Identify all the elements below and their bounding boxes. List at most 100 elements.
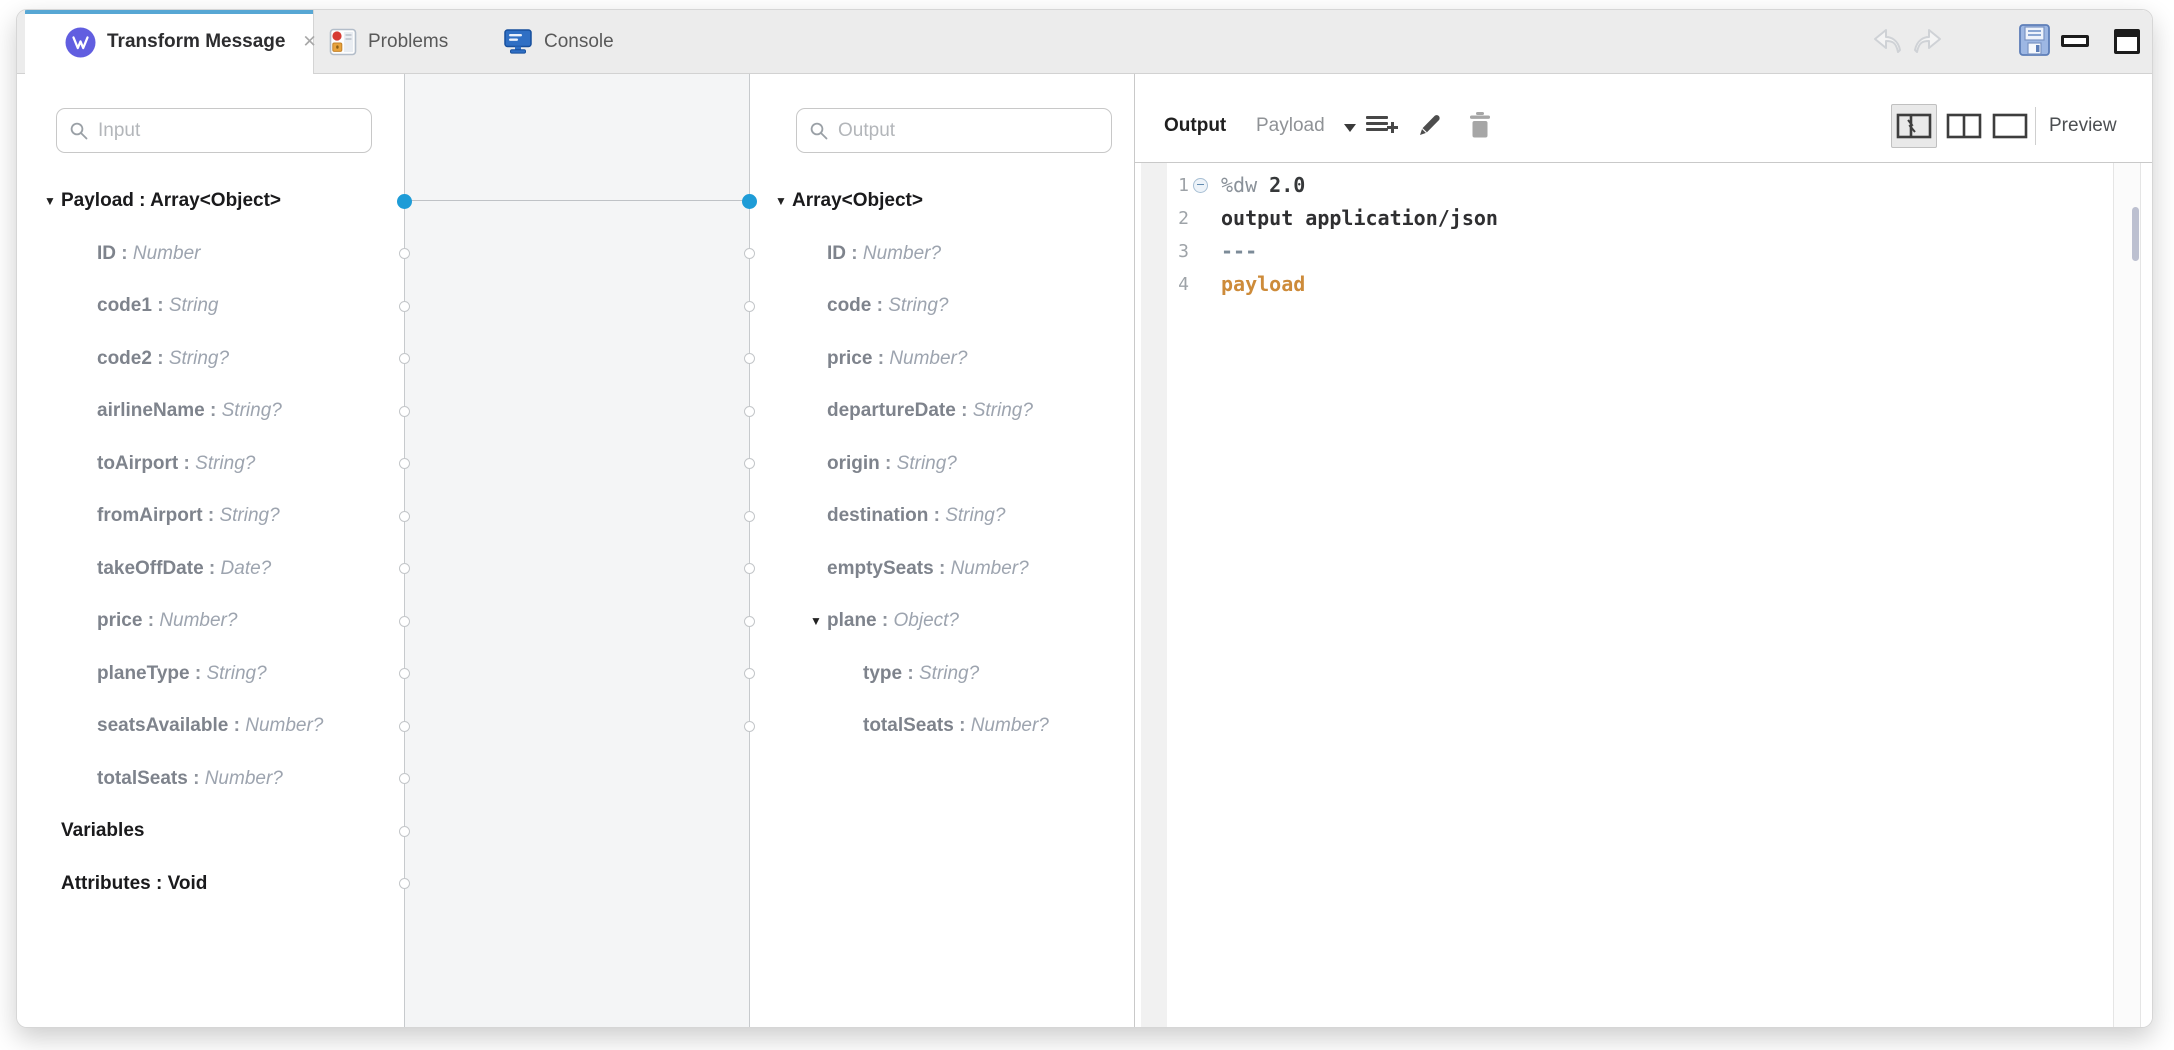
mapping-port[interactable] <box>399 616 410 627</box>
mapping-port[interactable] <box>744 616 755 627</box>
editor-target-selector[interactable]: Payload <box>1256 115 1325 137</box>
mapping-port[interactable] <box>399 878 410 889</box>
code-line-3[interactable]: 3--- <box>17 235 2152 268</box>
mapping-port[interactable] <box>399 721 410 732</box>
minimize-icon[interactable] <box>2061 35 2089 47</box>
mapping-port[interactable] <box>399 248 410 259</box>
problems-icon <box>329 28 357 56</box>
tab-label: Console <box>544 31 614 53</box>
save-icon[interactable] <box>2016 22 2053 64</box>
field-type: Object? <box>894 610 959 631</box>
field-name: seatsAvailable <box>97 715 228 736</box>
mapping-port[interactable] <box>744 668 755 679</box>
tree-row-attributes[interactable]: Attributes : Void <box>61 871 207 897</box>
field-separator: : <box>877 610 894 631</box>
mapping-port[interactable] <box>744 511 755 522</box>
field-separator: : <box>190 663 207 684</box>
mapping-port-connected[interactable] <box>742 194 757 209</box>
tree-row-origin[interactable]: origin : String? <box>827 451 957 477</box>
field-name: price <box>97 610 142 631</box>
redo-icon[interactable] <box>1909 24 1945 61</box>
mapping-port[interactable] <box>744 301 755 312</box>
tree-row-fromairport[interactable]: fromAirport : String? <box>97 503 280 529</box>
mapping-port[interactable] <box>399 668 410 679</box>
tree-row-airlinename[interactable]: airlineName : String? <box>97 398 282 424</box>
tree-row-totalseats[interactable]: totalSeats : Number? <box>97 766 283 792</box>
tree-row-destination[interactable]: destination : String? <box>827 503 1005 529</box>
tree-row-takeoffdate[interactable]: takeOffDate : Date? <box>97 556 271 582</box>
tree-row-totalseats[interactable]: totalSeats : Number? <box>863 713 1049 739</box>
fold-collapse-icon[interactable] <box>1193 178 1208 193</box>
tree-row-price[interactable]: price : Number? <box>827 346 967 372</box>
field-separator: : <box>934 558 951 579</box>
field-name: origin <box>827 453 880 474</box>
output-search[interactable]: Output <box>796 108 1112 153</box>
mapping-port[interactable] <box>744 563 755 574</box>
tree-row-code2[interactable]: code2 : String? <box>97 346 229 372</box>
view-button-split[interactable] <box>1941 104 1987 148</box>
close-icon[interactable]: ✕ <box>302 32 316 52</box>
mapping-port[interactable] <box>399 458 410 469</box>
tree-row-departuredate[interactable]: departureDate : String? <box>827 398 1033 424</box>
tree-row-variables[interactable]: Variables <box>61 818 144 844</box>
input-search[interactable]: Input <box>56 108 372 153</box>
line-number: 3 <box>1157 235 1189 268</box>
code-line-4[interactable]: 4payload <box>17 268 2152 301</box>
mapping-port[interactable] <box>399 563 410 574</box>
code-text: %dw 2.0 <box>1221 169 1305 202</box>
view-button-mapping[interactable] <box>1891 104 1937 148</box>
code-line-1[interactable]: 1%dw 2.0 <box>17 169 2152 202</box>
field-type: Number? <box>951 558 1029 579</box>
mapping-port[interactable] <box>744 406 755 417</box>
field-separator: : <box>956 400 973 421</box>
code-line-2[interactable]: 2output application/json <box>17 202 2152 235</box>
transform-message-window: Transform Message ✕ Problems <box>16 9 2153 1028</box>
mapping-port[interactable] <box>744 353 755 364</box>
preview-toggle[interactable]: Preview <box>2049 115 2117 137</box>
mapping-port[interactable] <box>399 773 410 784</box>
editor-output-title: Output <box>1164 115 1226 137</box>
mapping-port[interactable] <box>399 826 410 837</box>
tab-transform-message[interactable]: Transform Message ✕ <box>25 10 314 74</box>
delete-icon[interactable] <box>1467 111 1493 144</box>
editor-top-border <box>1135 162 2152 163</box>
mapping-port-connected[interactable] <box>397 194 412 209</box>
field-type: String? <box>222 400 282 421</box>
add-target-icon[interactable] <box>1366 113 1398 141</box>
code-text: output application/json <box>1221 202 1498 235</box>
tab-problems[interactable]: Problems <box>329 10 448 73</box>
field-separator: : <box>203 505 220 526</box>
dropdown-caret-icon[interactable] <box>1344 124 1356 132</box>
field-separator: : <box>228 715 245 736</box>
field-type: String? <box>919 663 979 684</box>
view-button-source[interactable] <box>1987 104 2033 148</box>
mapping-port[interactable] <box>744 721 755 732</box>
field-separator: : <box>902 663 919 684</box>
tree-row-type[interactable]: type : String? <box>863 661 979 687</box>
field-type: String? <box>973 400 1033 421</box>
mapping-port[interactable] <box>399 406 410 417</box>
tree-row-seatsavailable[interactable]: seatsAvailable : Number? <box>97 713 323 739</box>
tree-row-emptyseats[interactable]: emptySeats : Number? <box>827 556 1029 582</box>
field-name: Attributes <box>61 873 151 894</box>
mapping-port[interactable] <box>399 511 410 522</box>
expander-icon[interactable]: ▼ <box>810 608 827 634</box>
tree-row-toairport[interactable]: toAirport : String? <box>97 451 255 477</box>
tree-row-price[interactable]: price : Number? <box>97 608 237 634</box>
undo-icon[interactable] <box>1870 24 1906 61</box>
field-separator: : <box>188 768 205 789</box>
field-name: code2 <box>97 348 152 369</box>
edit-icon[interactable] <box>1416 111 1444 144</box>
tab-console[interactable]: Console <box>503 10 614 73</box>
mapping-port[interactable] <box>744 458 755 469</box>
field-name: takeOffDate <box>97 558 204 579</box>
mapping-port[interactable] <box>744 248 755 259</box>
field-separator: : <box>205 400 222 421</box>
tree-row-plane[interactable]: ▼plane : Object? <box>810 608 959 634</box>
mapping-port[interactable] <box>399 353 410 364</box>
tree-row-planetype[interactable]: planeType : String? <box>97 661 267 687</box>
field-type: Date? <box>221 558 272 579</box>
maximize-icon[interactable] <box>2114 29 2140 54</box>
mapping-port[interactable] <box>399 301 410 312</box>
tab-label: Problems <box>368 31 448 53</box>
